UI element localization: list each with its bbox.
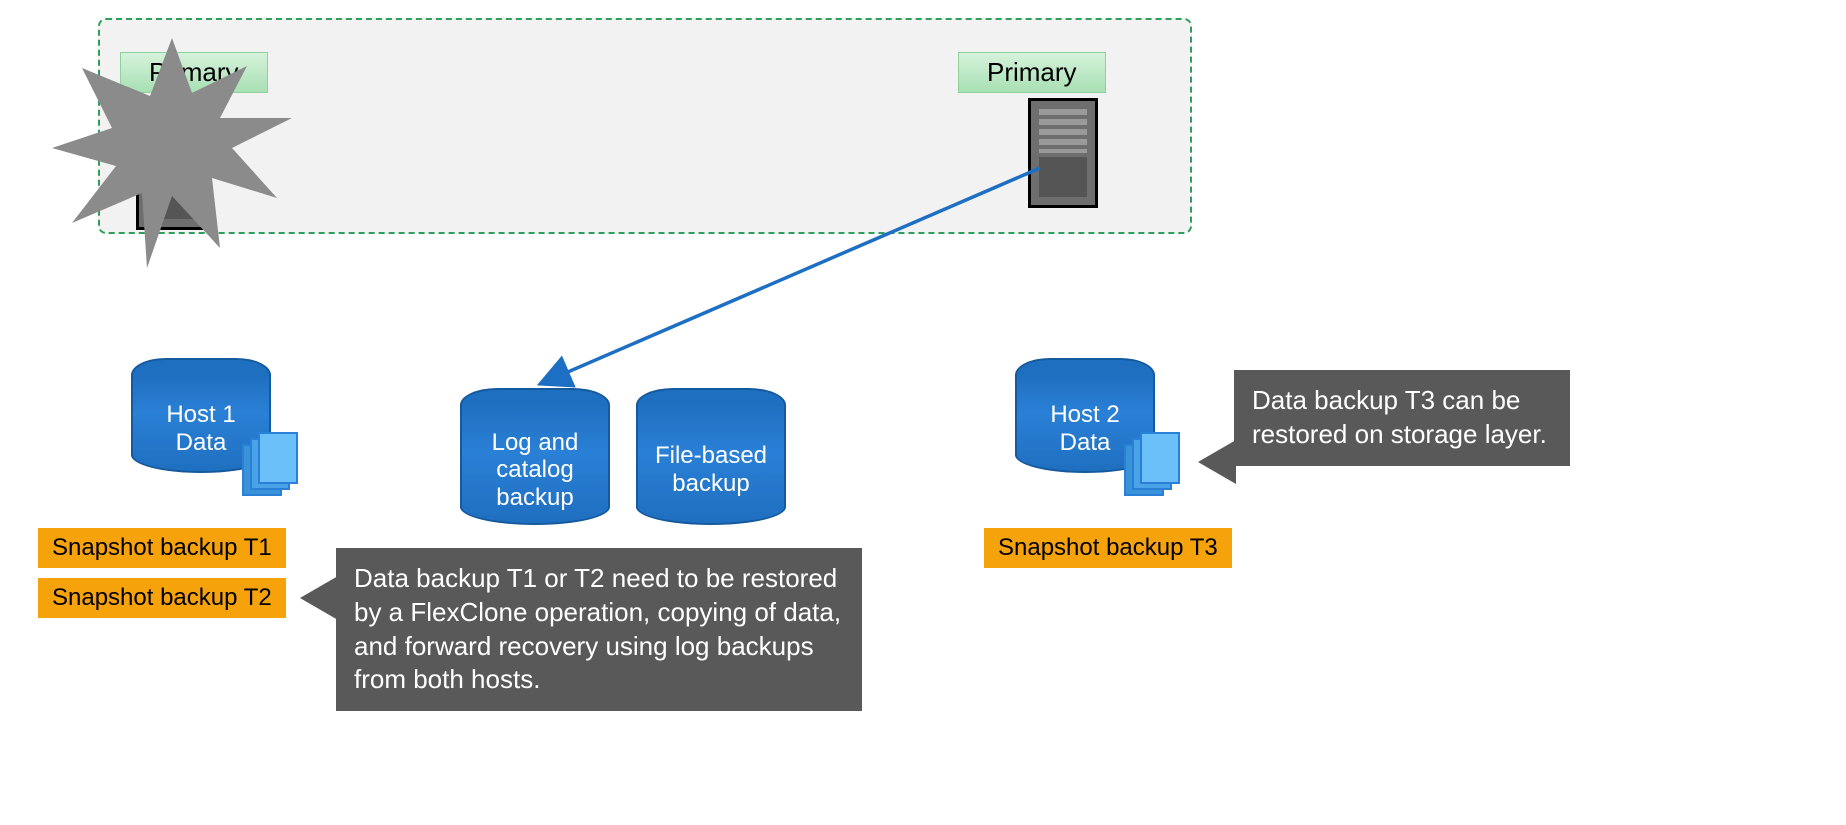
- primary-label-right: Primary: [958, 52, 1106, 93]
- arrow-primary-to-log: [520, 160, 1060, 400]
- cylinder-file-label: File-basedbackup: [647, 436, 775, 511]
- cylinder-file-based: File-basedbackup: [636, 388, 786, 525]
- cylinder-log-catalog: Log andcatalogbackup: [460, 388, 610, 525]
- callout-right: Data backup T3 can be restored on storag…: [1234, 370, 1570, 466]
- tag-snapshot-t2: Snapshot backup T2: [38, 578, 286, 618]
- files-icon-host1: [242, 432, 292, 492]
- tag-snapshot-t3: Snapshot backup T3: [984, 528, 1232, 568]
- callout-pointer-right: [1198, 440, 1236, 484]
- callout-pointer-left: [300, 576, 338, 620]
- explosion-icon: [52, 38, 292, 268]
- tag-snapshot-t1: Snapshot backup T1: [38, 528, 286, 568]
- cylinder-host1-label: Host 1Data: [158, 395, 243, 470]
- diagram-stage: Primary Primary Host 1Data Log andcat: [0, 0, 1846, 825]
- callout-left: Data backup T1 or T2 need to be restored…: [336, 548, 862, 711]
- cylinder-host2-label: Host 2Data: [1042, 395, 1127, 470]
- cylinder-log-label: Log andcatalogbackup: [484, 423, 587, 526]
- files-icon-host2: [1124, 432, 1174, 492]
